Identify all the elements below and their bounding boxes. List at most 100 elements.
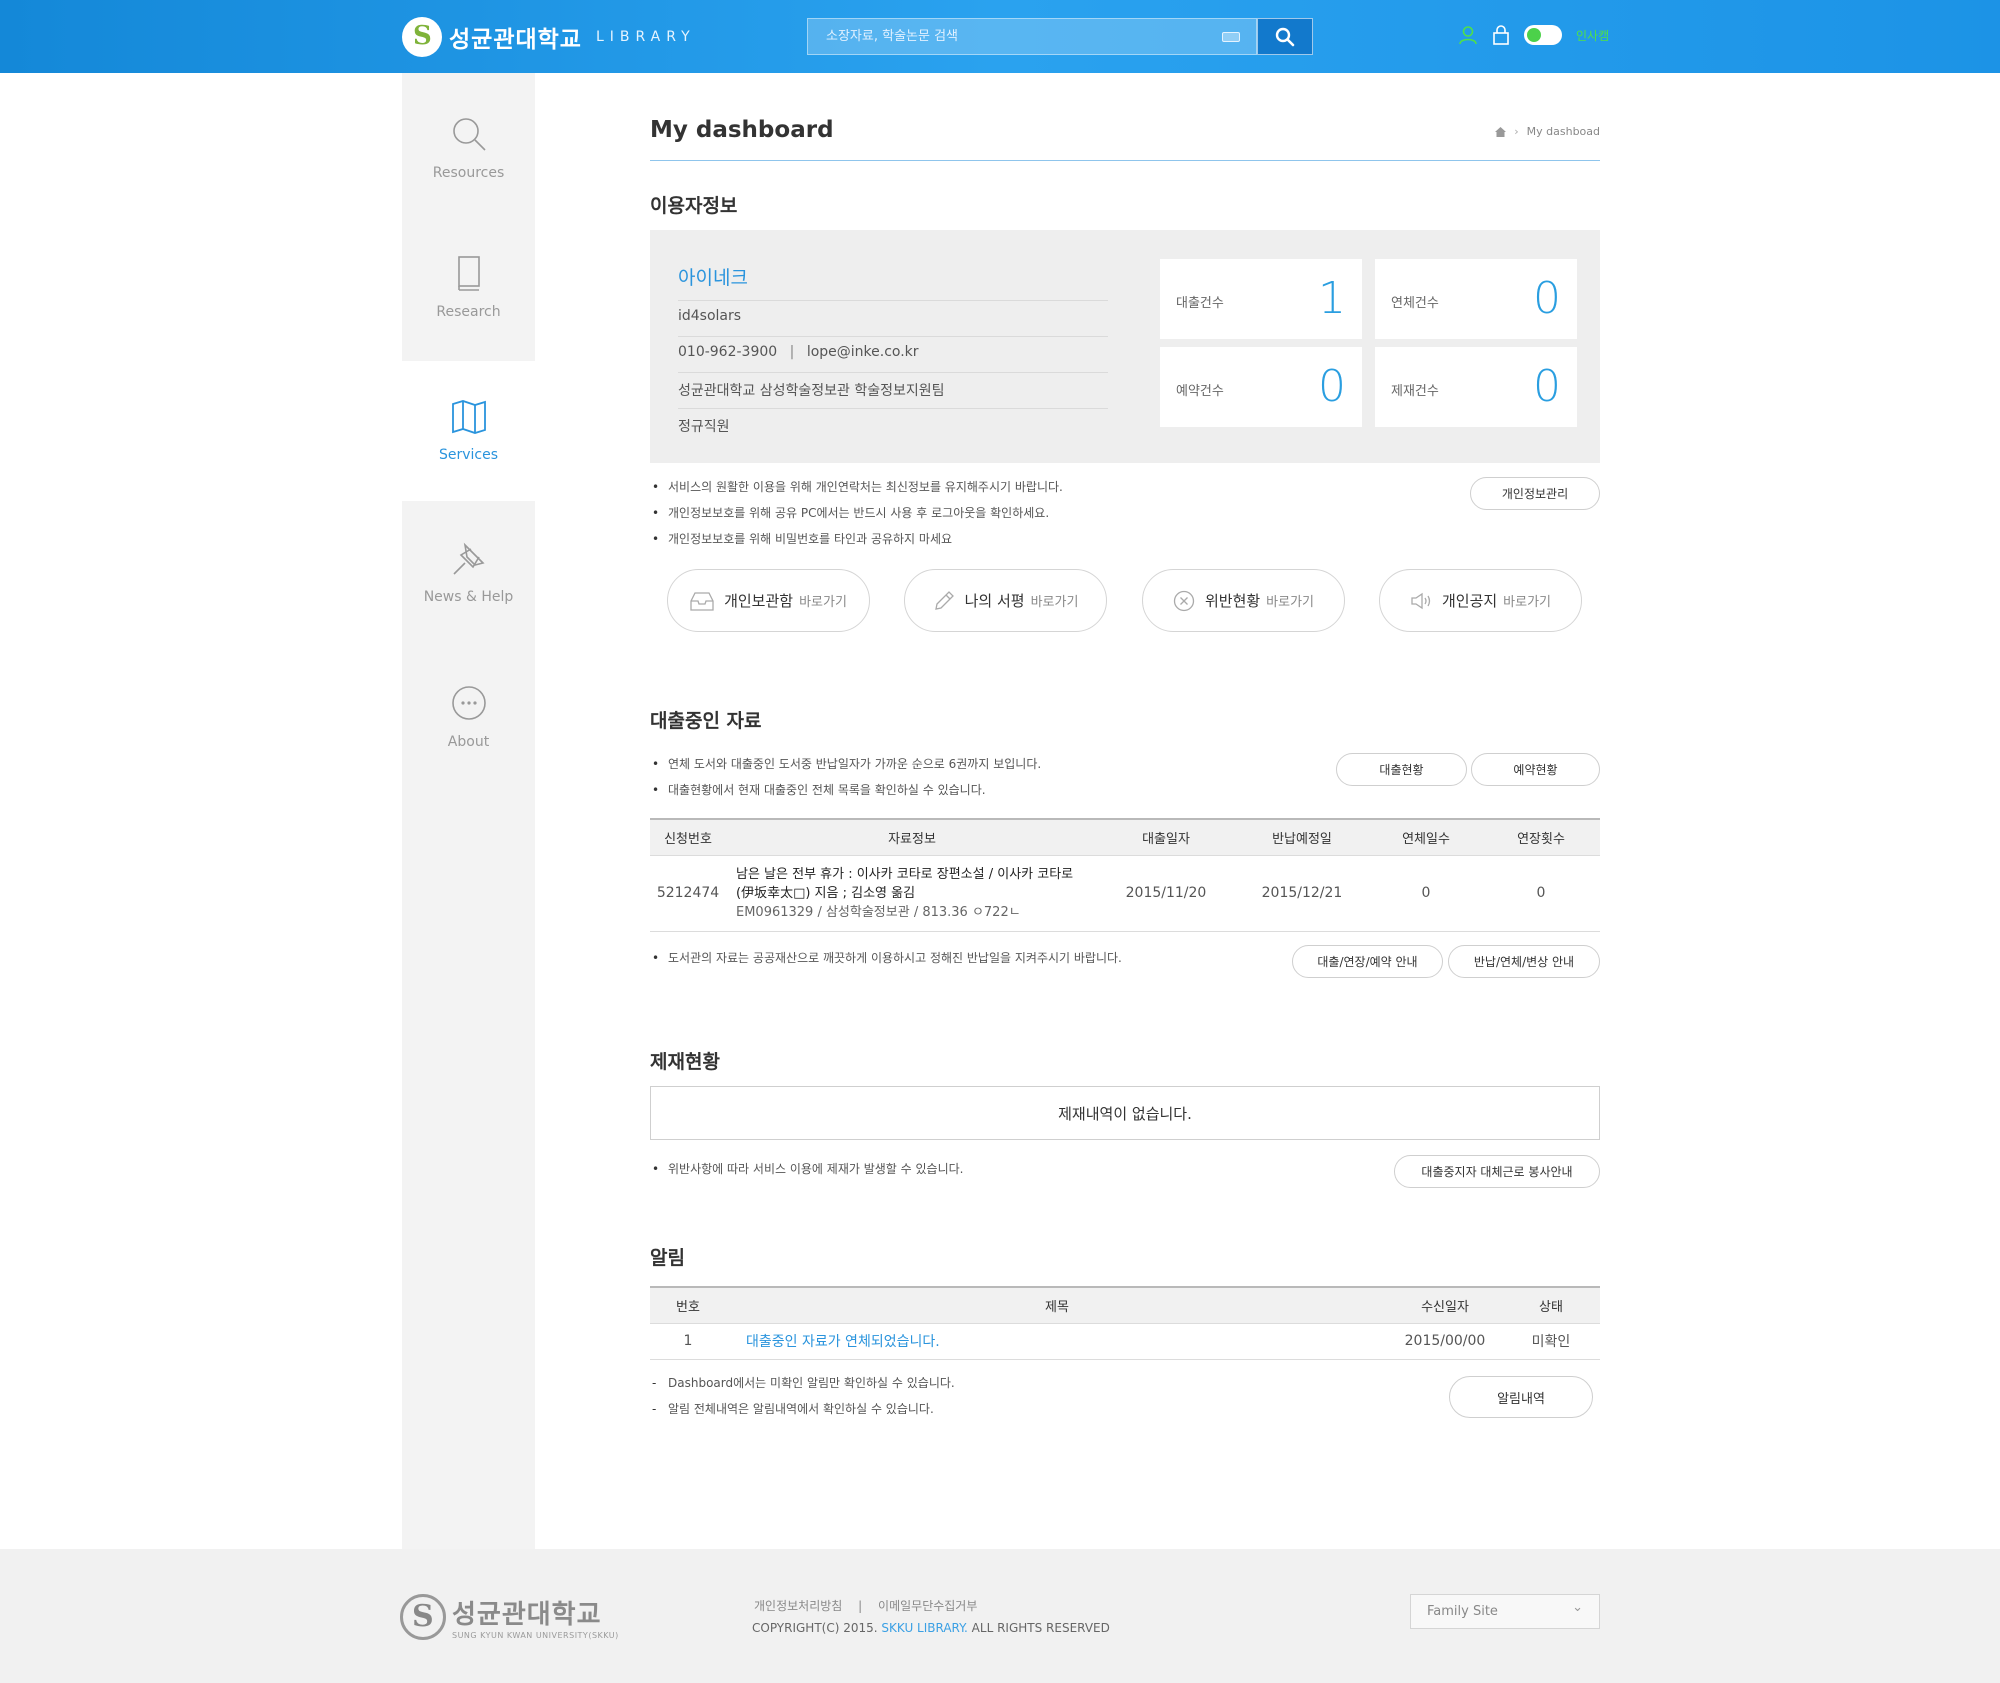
sidebar-item-news-help[interactable]: News & Help xyxy=(402,501,535,641)
work-service-guide-button[interactable]: 대출중지자 대체근로 봉사안내 xyxy=(1394,1155,1600,1188)
cell-received-date: 2015/00/00 xyxy=(1388,1323,1502,1360)
page-title: My dashboard xyxy=(650,117,834,143)
table-row[interactable]: 5212474 남은 날은 전부 휴가 : 이사카 코타로 장편소설 / 이사카… xyxy=(650,855,1600,932)
divider xyxy=(678,372,1108,373)
privacy-policy-link[interactable]: 개인정보처리방침 xyxy=(754,1599,842,1613)
top-navbar: 성균관대학교 LIBRARY 인사캠 xyxy=(0,0,2000,73)
quick-link-reviews[interactable]: 나의 서평 바로가기 xyxy=(904,569,1107,632)
note-item: 개인정보보호를 위해 공유 PC에서는 반드시 사용 후 로그아웃을 확인하세요… xyxy=(650,503,1063,529)
user-phone: 010-962-3900 xyxy=(678,344,778,360)
note-item: 위반사항에 따라 서비스 이용에 제재가 발생할 수 있습니다. xyxy=(650,1159,963,1185)
sidebar-item-label: Services xyxy=(438,447,499,463)
map-icon xyxy=(451,400,486,434)
search-input[interactable] xyxy=(808,19,1256,54)
email-refusal-link[interactable]: 이메일무단수집거부 xyxy=(878,1599,977,1613)
loan-status-button[interactable]: 대출현황 xyxy=(1336,753,1467,786)
reservation-status-button[interactable]: 예약현황 xyxy=(1471,753,1600,786)
campus-label[interactable]: 인사캠 xyxy=(1576,27,1609,44)
footer-link-separator: | xyxy=(858,1599,863,1613)
breadcrumb-current: My dashboad xyxy=(1526,125,1600,138)
alert-history-button[interactable]: 알림내역 xyxy=(1449,1376,1593,1418)
col-overdue-days: 연체일수 xyxy=(1370,818,1482,856)
footer-logo[interactable]: 성균관대학교 SUNG KYUN KWAN UNIVERSITY(SKKU) xyxy=(400,1594,619,1640)
user-notes: 서비스의 원활한 이용을 위해 개인연락처는 최신정보를 유지해주시기 바랍니다… xyxy=(650,477,1063,555)
lock-icon[interactable] xyxy=(1492,25,1510,45)
stat-loans[interactable]: 대출건수 1 xyxy=(1160,259,1362,339)
stat-value: 1 xyxy=(1318,273,1346,324)
home-icon[interactable] xyxy=(1495,126,1507,137)
user-org: 성균관대학교 삼성학술정보관 학술정보지원팀 xyxy=(678,383,945,399)
quick-link-locker[interactable]: 개인보관함 바로가기 xyxy=(667,569,870,632)
sidebar-item-research[interactable]: Research xyxy=(402,213,535,353)
penalty-title: 제재현황 xyxy=(650,1051,720,1073)
note-item: 도서관의 자료는 공공재산으로 깨끗하게 이용하시고 정해진 반납일을 지켜주시… xyxy=(650,948,1122,974)
note-item: 서비스의 원활한 이용을 위해 개인연락처는 최신정보를 유지해주시기 바랍니다… xyxy=(650,477,1063,503)
utility-menu: 인사캠 xyxy=(1458,25,1609,45)
quick-link-sub: 바로가기 xyxy=(799,595,847,610)
sidebar-item-services[interactable]: Services xyxy=(402,361,535,501)
note-item: 개인정보보호를 위해 비밀번호를 타인과 공유하지 마세요 xyxy=(650,529,1063,555)
col-due-date: 반납예정일 xyxy=(1234,818,1370,856)
sidebar-item-resources[interactable]: Resources xyxy=(402,73,535,213)
col-received-date: 수신일자 xyxy=(1388,1286,1502,1324)
user-info-title: 이용자정보 xyxy=(650,195,738,217)
user-icon[interactable] xyxy=(1458,25,1478,45)
loans-notes: 연체 도서와 대출중인 도서중 반납일자가 가까운 순으로 6권까지 보입니다.… xyxy=(650,754,1041,806)
cell-renewals: 0 xyxy=(1482,855,1600,932)
campus-toggle[interactable] xyxy=(1524,25,1562,45)
sidebar-item-about[interactable]: About xyxy=(402,643,535,783)
note-item: Dashboard에서는 미확인 알림만 확인하실 수 있습니다. xyxy=(650,1373,955,1399)
contact-separator: | xyxy=(789,344,795,360)
university-emblem-icon xyxy=(400,1594,446,1640)
col-item-info: 자료정보 xyxy=(726,818,1098,856)
quick-link-sub: 바로가기 xyxy=(1030,595,1079,610)
book-icon xyxy=(457,256,480,291)
search-button[interactable] xyxy=(1257,18,1313,55)
cell-due-date: 2015/12/21 xyxy=(1234,855,1370,932)
stat-label: 연체건수 xyxy=(1391,296,1439,311)
alerts-title: 알림 xyxy=(650,1247,685,1269)
item-title-line2: (伊坂幸太□) 지음 ; 김소영 옮김 xyxy=(736,885,916,901)
alerts-notes: Dashboard에서는 미확인 알림만 확인하실 수 있습니다. 알림 전체내… xyxy=(650,1373,955,1425)
col-subject: 제목 xyxy=(726,1286,1388,1324)
quick-link-title: 나의 서평 xyxy=(964,592,1025,610)
note-item: 연체 도서와 대출중인 도서중 반납일자가 가까운 순으로 6권까지 보입니다. xyxy=(650,754,1041,780)
pencil-icon xyxy=(934,590,954,610)
col-loan-date: 대출일자 xyxy=(1098,818,1234,856)
manage-profile-button[interactable]: 개인정보관리 xyxy=(1470,477,1600,510)
user-contact: 010-962-3900 | lope@inke.co.kr xyxy=(678,344,919,360)
speaker-icon xyxy=(1411,592,1431,609)
more-icon xyxy=(451,686,486,720)
note-item: 알림 전체내역은 알림내역에서 확인하실 수 있습니다. xyxy=(650,1399,955,1425)
copyright-pre: COPYRIGHT(C) 2015. xyxy=(752,1621,878,1635)
sidebar-item-label: Resources xyxy=(432,165,505,181)
table-row[interactable]: 1 대출중인 자료가 연체되었습니다. 2015/00/00 미확인 xyxy=(650,1323,1600,1360)
library-logo[interactable]: 성균관대학교 LIBRARY xyxy=(402,17,696,57)
divider xyxy=(678,300,1108,301)
user-name: 아이네크 xyxy=(678,267,748,289)
quick-link-sub: 바로가기 xyxy=(1503,595,1552,610)
table-header-row: 번호 제목 수신일자 상태 xyxy=(650,1286,1600,1324)
stat-label: 대출건수 xyxy=(1176,296,1224,311)
stat-value: 0 xyxy=(1533,273,1561,324)
cell-request-no: 5212474 xyxy=(650,855,726,932)
quick-link-sub: 바로가기 xyxy=(1266,595,1315,610)
quick-link-title: 개인보관함 xyxy=(724,592,794,610)
keyboard-icon[interactable] xyxy=(1222,32,1240,42)
breadcrumb-separator-icon: › xyxy=(1514,125,1519,138)
quick-link-violations[interactable]: 위반현황 바로가기 xyxy=(1142,569,1345,632)
stat-overdue[interactable]: 연체건수 0 xyxy=(1375,259,1577,339)
item-title-line1[interactable]: 남은 날은 전부 휴가 : 이사카 코타로 장편소설 / 이사카 코타로 xyxy=(736,865,1098,884)
stat-reservations[interactable]: 예약건수 0 xyxy=(1160,347,1362,427)
footer-logo-name: 성균관대학교 xyxy=(452,1600,602,1630)
sidebar-item-label: News & Help xyxy=(423,589,514,605)
quick-link-notices[interactable]: 개인공지 바로가기 xyxy=(1379,569,1582,632)
return-guide-button[interactable]: 반납/연체/변상 안내 xyxy=(1448,945,1600,978)
stat-penalties[interactable]: 제재건수 0 xyxy=(1375,347,1577,427)
family-site-select[interactable]: Family Site xyxy=(1410,1591,1600,1629)
alert-link[interactable]: 대출중인 자료가 연체되었습니다. xyxy=(726,1323,1388,1360)
copyright-highlight: SKKU LIBRARY. xyxy=(881,1621,968,1635)
loan-guide-button[interactable]: 대출/연장/예약 안내 xyxy=(1292,945,1443,978)
divider xyxy=(678,408,1108,409)
quick-link-title: 위반현황 xyxy=(1204,592,1261,610)
